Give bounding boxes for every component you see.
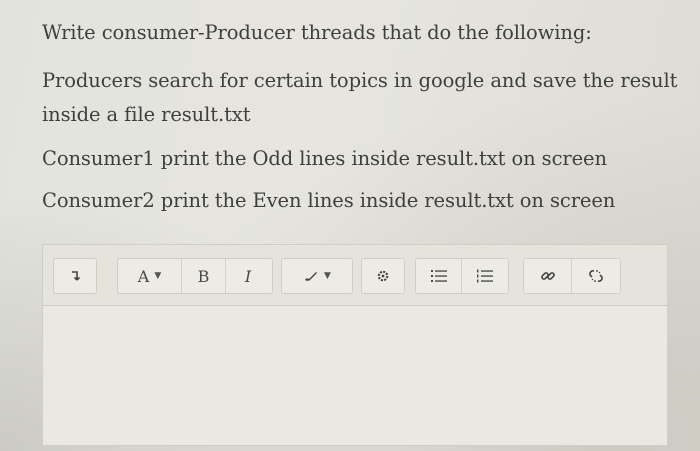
paragraph-format-button[interactable] (54, 259, 96, 293)
brush-group: ▼ (281, 258, 353, 294)
unlink-icon (588, 268, 604, 284)
question-title: Write consumer-Producer threads that do … (42, 21, 592, 44)
italic-label: I (244, 266, 252, 286)
numbered-list-button[interactable] (416, 259, 462, 293)
bold-button[interactable]: B (182, 259, 226, 293)
text-format-group: A ▼ B I (117, 258, 273, 294)
insert-link-button[interactable] (524, 259, 572, 293)
bullet-list-button[interactable] (462, 259, 508, 293)
paint-brush-icon (303, 270, 319, 282)
paragraph-group (53, 258, 97, 294)
consumer1-line: Consumer1 print the Odd lines inside res… (42, 147, 607, 170)
list-group (415, 258, 509, 294)
bullet-list-icon (477, 269, 493, 283)
paragraph-format-icon (70, 270, 80, 282)
font-label: A (137, 266, 150, 286)
italic-button[interactable]: I (226, 259, 270, 293)
consumer2-line: Consumer2 print the Even lines inside re… (42, 189, 616, 212)
numbered-list-icon (430, 269, 447, 283)
paint-brush-button[interactable]: ▼ (282, 259, 352, 293)
producers-line-2: inside a file result.txt (42, 103, 251, 126)
bold-label: B (197, 266, 210, 286)
editor-content-area[interactable] (43, 306, 667, 445)
settings-button[interactable] (362, 259, 404, 293)
chevron-down-icon: ▼ (324, 271, 331, 281)
editor-toolbar: A ▼ B I ▼ (43, 245, 667, 306)
settings-group (361, 258, 405, 294)
link-icon (540, 268, 556, 284)
link-group (523, 258, 621, 294)
remove-link-button[interactable] (572, 259, 620, 293)
gear-icon (376, 269, 390, 283)
font-dropdown-button[interactable]: A ▼ (118, 259, 182, 293)
chevron-down-icon: ▼ (154, 271, 162, 281)
rich-text-editor: A ▼ B I ▼ (42, 244, 668, 446)
producers-line-1: Producers search for certain topics in g… (42, 69, 678, 92)
